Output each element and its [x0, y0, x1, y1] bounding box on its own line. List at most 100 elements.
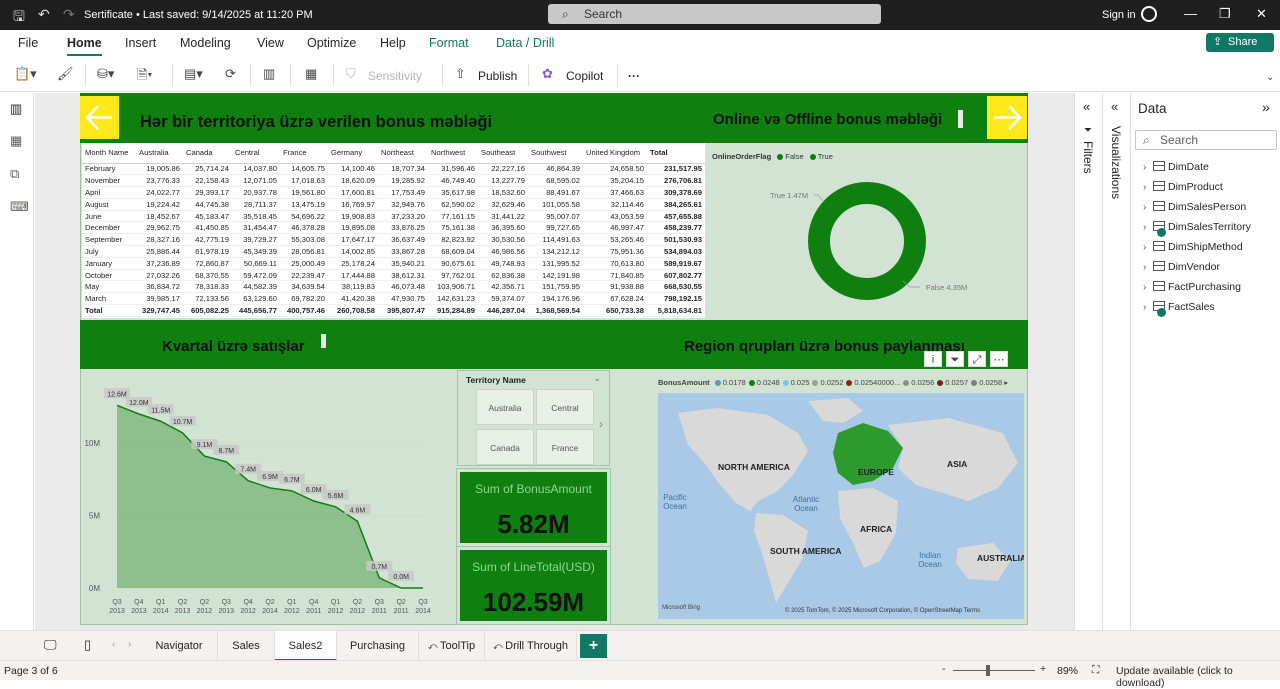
matrix-column-header[interactable]: Northwest [428, 143, 478, 164]
line-total-card[interactable]: Sum of LineTotal(USD) 102.59M [456, 546, 611, 625]
table-view-icon[interactable]: ▦ [10, 133, 22, 149]
menu-file[interactable]: File [18, 36, 38, 50]
new-visual-icon[interactable]: ▥ [263, 66, 275, 82]
menu-format[interactable]: Format [429, 36, 469, 50]
slicer-option-australia[interactable]: Australia [476, 389, 534, 425]
chevron-right-icon[interactable]: › [1143, 161, 1153, 173]
mobile-layout-icon[interactable]: ▯ [84, 637, 91, 653]
add-page-button[interactable]: + [580, 634, 607, 658]
copilot-button[interactable]: Copilot [566, 69, 603, 83]
slicer-dropdown-icon[interactable]: ⌄ [593, 373, 601, 384]
territory-slicer[interactable]: Territory Name ⌄ Australia Central Canad… [457, 370, 610, 466]
data-table-item[interactable]: › DimSalesPerson [1143, 201, 1246, 213]
format-painter-icon[interactable]: 🖌 [57, 66, 74, 82]
paste-icon[interactable]: 📋▾ [14, 66, 37, 82]
calculator-icon[interactable]: ▦ [305, 66, 317, 82]
data-table-item[interactable]: › DimShipMethod [1143, 241, 1243, 253]
matrix-column-header[interactable]: United Kingdom [583, 143, 647, 164]
redo-icon[interactable]: ↷ [63, 6, 75, 23]
zoom-in-icon[interactable]: + [1040, 663, 1046, 675]
refresh-icon[interactable]: ⟳ [225, 66, 236, 82]
menu-home[interactable]: Home [67, 36, 102, 56]
menu-optimize[interactable]: Optimize [307, 36, 356, 50]
data-table-item[interactable]: › DimDate [1143, 161, 1209, 173]
matrix-column-header[interactable]: Central [232, 143, 280, 164]
matrix-column-header[interactable]: Canada [183, 143, 232, 164]
bonus-amount-card[interactable]: Sum of BonusAmount 5.82M [456, 468, 611, 547]
expand-filters-icon[interactable]: « [1083, 99, 1090, 114]
data-table-item[interactable]: › DimProduct [1143, 181, 1223, 193]
zoom-slider-track[interactable] [953, 670, 1035, 671]
model-view-icon[interactable]: ⧉ [10, 166, 19, 182]
online-offline-donut[interactable]: OnlineOrderFlag False True True 1.47M Fa… [708, 143, 1026, 318]
collapse-data-pane-icon[interactable]: » [1262, 99, 1270, 115]
data-table-item[interactable]: › DimVendor [1143, 261, 1220, 273]
fit-page-icon[interactable]: ⛶ [1092, 664, 1099, 677]
matrix-column-header[interactable]: Southeast [478, 143, 528, 164]
document-title[interactable]: Sertificate • Last saved: 9/14/2025 at 1… [84, 9, 313, 21]
menu-help[interactable]: Help [380, 36, 406, 50]
avatar-icon[interactable] [1141, 6, 1157, 22]
map-attribution[interactable]: © 2025 TomTom, © 2025 Microsoft Corporat… [785, 608, 980, 614]
page-tab[interactable]: ⤺ ToolTip [419, 631, 485, 661]
menu-modeling[interactable]: Modeling [180, 36, 231, 50]
focus-mode-icon[interactable]: ⤢ [968, 351, 986, 367]
slicer-option-france[interactable]: France [536, 429, 594, 465]
matrix-column-header[interactable]: Germany [328, 143, 378, 164]
next-page-icon[interactable]: › [128, 639, 131, 650]
chevron-right-icon[interactable]: › [1143, 261, 1153, 273]
slicer-option-central[interactable]: Central [536, 389, 594, 425]
dax-query-view-icon[interactable]: ⌨ [10, 199, 29, 215]
visualizations-pane[interactable]: « Visualizations [1102, 93, 1130, 630]
data-table-item[interactable]: › DimSalesTerritory [1143, 221, 1251, 237]
data-table-item[interactable]: › FactPurchasing [1143, 281, 1241, 293]
legend-next-icon[interactable]: ▸ [1004, 378, 1008, 387]
back-navigation-button[interactable] [80, 96, 119, 139]
collapse-ribbon-icon[interactable]: ⌄ [1266, 72, 1274, 83]
chevron-right-icon[interactable]: › [1143, 241, 1153, 253]
filters-label[interactable]: Filters [1081, 141, 1095, 174]
prev-page-icon[interactable]: ‹ [112, 639, 115, 650]
data-table-item[interactable]: › FactSales [1143, 301, 1215, 317]
slicer-option-canada[interactable]: Canada [476, 429, 534, 465]
share-button[interactable]: ⇪ Share [1206, 33, 1274, 52]
close-icon[interactable]: ✕ [1256, 6, 1267, 22]
more-options-icon[interactable]: ⋯ [990, 351, 1008, 367]
copilot-icon[interactable]: ✿ [542, 66, 553, 82]
matrix-column-header[interactable]: Australia [136, 143, 183, 164]
transform-data-icon[interactable]: ▤▾ [184, 66, 203, 82]
matrix-column-header[interactable]: Southwest [528, 143, 583, 164]
page-tab[interactable]: ⤺ Drill Through [485, 631, 577, 661]
minimize-icon[interactable]: — [1184, 6, 1197, 21]
visualizations-label[interactable]: Visualizations [1109, 126, 1123, 199]
quarterly-sales-chart[interactable]: 10M 5M 0M 12.6M 12.0M 11.5M 10.7M 9.1M 8.7M 7.4M 6… [80, 370, 433, 625]
zoom-slider-thumb[interactable] [986, 665, 990, 676]
matrix-column-header[interactable]: Northeast [378, 143, 428, 164]
data-search-input[interactable]: ⌕ Search [1135, 130, 1277, 150]
page-tab[interactable]: Sales [218, 631, 275, 661]
zoom-level[interactable]: 89% [1057, 665, 1078, 677]
chevron-right-icon[interactable]: › [1143, 181, 1153, 193]
expand-visualizations-icon[interactable]: « [1111, 99, 1118, 114]
bonus-map[interactable]: NORTH AMERICA EUROPE ASIA AFRICA SOUTH A… [658, 393, 1024, 619]
matrix-column-header[interactable]: Total [647, 143, 705, 164]
global-search[interactable]: ⌕ Search [548, 4, 881, 24]
matrix-column-header[interactable]: France [280, 143, 328, 164]
menu-insert[interactable]: Insert [125, 36, 156, 50]
chevron-right-icon[interactable]: › [1143, 201, 1153, 213]
menu-view[interactable]: View [257, 36, 284, 50]
publish-icon[interactable]: ⇧ [455, 66, 466, 82]
filters-pane[interactable]: « ⏷ Filters [1074, 93, 1102, 630]
chevron-right-icon[interactable]: › [1143, 221, 1153, 233]
page-tab[interactable]: Purchasing [337, 631, 419, 661]
slicer-next-icon[interactable]: › [599, 417, 603, 431]
chevron-right-icon[interactable]: › [1143, 301, 1153, 313]
save-icon[interactable]: 🖫 [13, 6, 25, 30]
menu-data-drill[interactable]: Data / Drill [496, 36, 554, 50]
update-available-link[interactable]: Update available (click to download) [1116, 665, 1280, 689]
desktop-layout-icon[interactable]: 🖵 [44, 637, 57, 653]
info-icon[interactable]: i [924, 351, 942, 367]
zoom-out-icon[interactable]: - [942, 663, 946, 675]
publish-button[interactable]: Publish [478, 69, 517, 83]
matrix-column-header[interactable]: Month Name [82, 143, 136, 164]
